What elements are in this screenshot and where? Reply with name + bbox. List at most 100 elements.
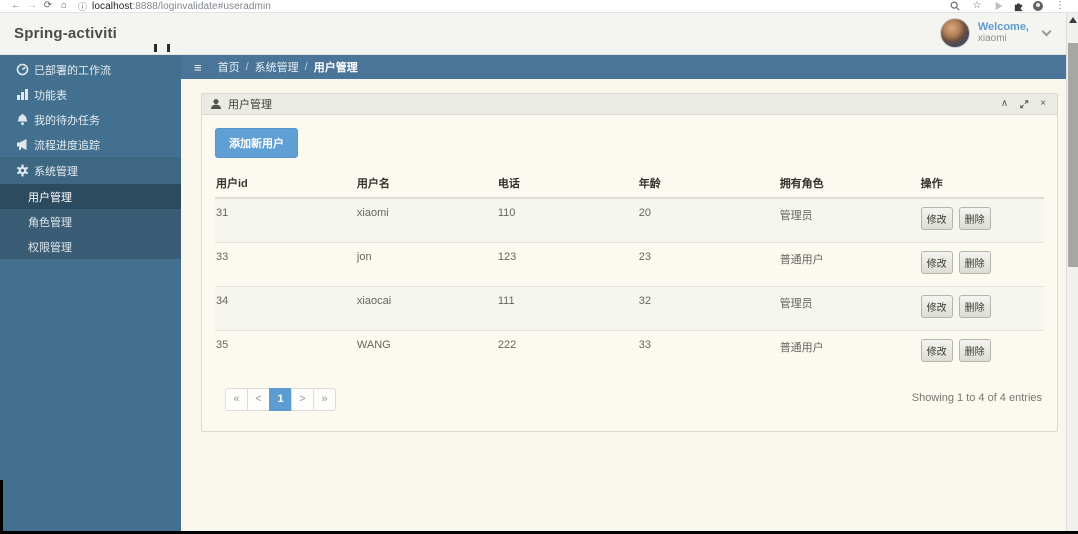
cell-phone: 111 — [496, 286, 638, 331]
sidebar-item-my-todo-tasks[interactable]: 我的待办任务 — [0, 107, 181, 132]
delete-button[interactable]: 删除 — [958, 251, 991, 274]
breadcrumb-separator: / — [245, 61, 249, 73]
app-header: Spring-activiti Welcome, xiaomi — [0, 13, 1078, 55]
pagination-page-1-button[interactable]: 1 — [269, 388, 292, 411]
sidebar-subitem-label: 权限管理 — [28, 241, 72, 254]
cell-role: 管理员 — [778, 286, 920, 331]
cell-username: jon — [355, 242, 497, 287]
gear-icon — [16, 164, 34, 177]
chevron-down-icon — [1041, 26, 1052, 37]
delete-button[interactable]: 删除 — [958, 207, 991, 230]
sidebar-item-function-list[interactable]: 功能表 — [0, 82, 181, 107]
cell-age: 32 — [637, 286, 779, 331]
table-row: 33 jon 123 23 普通用户 修改 删除 — [215, 242, 1044, 287]
url-path: :8888/loginvalidate#useradmin — [132, 0, 271, 12]
username-text: xiaomi — [977, 33, 1007, 44]
breadcrumb-home[interactable]: 首页 — [218, 59, 240, 75]
browser-reload-icon[interactable]: ⟳ — [40, 0, 56, 12]
screen-artifact — [154, 44, 157, 52]
browser-toolbar: ← → ⟳ ⌂ ⓘ localhost:8888/loginvalidate#u… — [0, 0, 1078, 13]
cell-role: 管理员 — [778, 197, 920, 243]
bookmark-star-icon[interactable]: ☆ — [969, 0, 985, 12]
cell-age: 33 — [637, 330, 779, 374]
sidebar-subitem-role-management[interactable]: 角色管理 — [0, 209, 181, 234]
panel-header: 用户管理 ∧ × — [202, 94, 1057, 115]
scrollbar-up-arrow-icon[interactable] — [1067, 13, 1078, 27]
sidebar-item-label: 功能表 — [34, 89, 67, 102]
table-row: 34 xiaocai 111 32 管理员 修改 删除 — [215, 286, 1044, 331]
delete-button[interactable]: 删除 — [958, 339, 991, 362]
column-header-phone: 电话 — [496, 170, 638, 199]
browser-forward-icon[interactable]: → — [24, 0, 40, 12]
sidebar-subitem-label: 用户管理 — [28, 191, 72, 204]
sidebar-item-label: 我的待办任务 — [34, 114, 100, 127]
main-content: 用户管理 ∧ × 添加新用户 用户id 用户名 电话 年龄 拥有角色 操作 31… — [181, 79, 1078, 534]
user-menu[interactable]: Welcome, xiaomi — [939, 18, 1052, 48]
cell-age: 23 — [637, 242, 779, 287]
sidebar-item-system-management[interactable]: 系统管理 — [0, 157, 181, 184]
column-header-username: 用户名 — [355, 170, 497, 199]
bell-icon — [16, 113, 34, 126]
cell-user-id: 35 — [215, 330, 356, 374]
column-header-actions: 操作 — [919, 170, 1044, 199]
user-icon — [210, 98, 222, 110]
browser-home-icon[interactable]: ⌂ — [56, 0, 72, 12]
delete-button[interactable]: 删除 — [958, 295, 991, 318]
brand-logo[interactable]: Spring-activiti — [0, 25, 117, 42]
table-header-row: 用户id 用户名 电话 年龄 拥有角色 操作 — [215, 170, 1044, 199]
cell-phone: 222 — [496, 330, 638, 374]
pagination-next-button[interactable]: > — [291, 388, 314, 411]
address-bar[interactable]: ⓘ localhost:8888/loginvalidate#useradmin — [78, 0, 950, 13]
sidebar-item-deployed-workflows[interactable]: 已部署的工作流 — [0, 57, 181, 82]
expand-icon[interactable] — [1019, 99, 1029, 109]
collapse-icon[interactable]: ∧ — [1001, 99, 1008, 109]
edit-button[interactable]: 修改 — [920, 295, 953, 318]
browser-profile-icon[interactable] — [1033, 1, 1043, 11]
cell-user-id: 33 — [215, 242, 356, 287]
sidebar-item-label: 流程进度追踪 — [34, 139, 100, 152]
extension-icon[interactable] — [994, 1, 1004, 11]
cell-username: xiaomi — [355, 197, 497, 243]
edit-button[interactable]: 修改 — [920, 339, 953, 362]
bar-chart-icon — [16, 88, 34, 101]
sidebar-item-process-tracking[interactable]: 流程进度追踪 — [0, 132, 181, 157]
avatar — [939, 18, 970, 48]
puzzle-extensions-icon[interactable] — [1013, 1, 1024, 12]
site-info-icon[interactable]: ⓘ — [78, 0, 87, 13]
hamburger-icon[interactable]: ≡ — [194, 60, 202, 75]
user-table: 用户id 用户名 电话 年龄 拥有角色 操作 31 xiaomi 110 20 … — [215, 170, 1044, 374]
pagination-prev-button[interactable]: < — [247, 388, 270, 411]
cell-role: 普通用户 — [778, 242, 920, 287]
sidebar-subitem-user-management[interactable]: 用户管理 — [0, 184, 181, 209]
system-management-submenu: 用户管理 角色管理 权限管理 — [0, 184, 181, 259]
showing-entries-info: Showing 1 to 4 of 4 entries — [911, 392, 1042, 404]
breadcrumb-separator: / — [304, 61, 308, 73]
bullhorn-icon — [16, 138, 34, 151]
sidebar: 已部署的工作流 功能表 我的待办任务 流程进度追踪 系统管理 用户管理 角色管理… — [0, 55, 181, 534]
cell-username: WANG — [355, 330, 497, 374]
url-text: localhost:8888/loginvalidate#useradmin — [92, 1, 271, 12]
browser-back-icon[interactable]: ← — [8, 0, 24, 12]
sidebar-subitem-permission-management[interactable]: 权限管理 — [0, 234, 181, 259]
cell-phone: 123 — [496, 242, 638, 287]
edit-button[interactable]: 修改 — [920, 207, 953, 230]
table-row: 31 xiaomi 110 20 管理员 修改 删除 — [215, 197, 1044, 243]
pagination-last-button[interactable]: » — [313, 388, 336, 411]
cell-user-id: 31 — [215, 197, 356, 243]
panel-body: 添加新用户 用户id 用户名 电话 年龄 拥有角色 操作 31 xiaomi 1… — [202, 115, 1057, 431]
breadcrumb: ≡ 首页 / 系统管理 / 用户管理 — [181, 55, 1078, 79]
pagination: « < 1 > » — [225, 388, 336, 411]
edit-button[interactable]: 修改 — [920, 251, 953, 274]
page-scrollbar[interactable] — [1066, 13, 1078, 534]
close-icon[interactable]: × — [1040, 99, 1046, 109]
add-user-button[interactable]: 添加新用户 — [215, 128, 298, 158]
scrollbar-thumb[interactable] — [1068, 43, 1078, 267]
sidebar-subitem-label: 角色管理 — [28, 216, 72, 229]
pagination-first-button[interactable]: « — [225, 388, 248, 411]
breadcrumb-section[interactable]: 系统管理 — [255, 59, 299, 75]
cell-age: 20 — [637, 197, 779, 243]
zoom-icon[interactable] — [950, 1, 960, 11]
url-host: localhost — [92, 0, 133, 12]
browser-menu-icon[interactable]: ⋮ — [1052, 0, 1068, 12]
cell-user-id: 34 — [215, 286, 356, 331]
